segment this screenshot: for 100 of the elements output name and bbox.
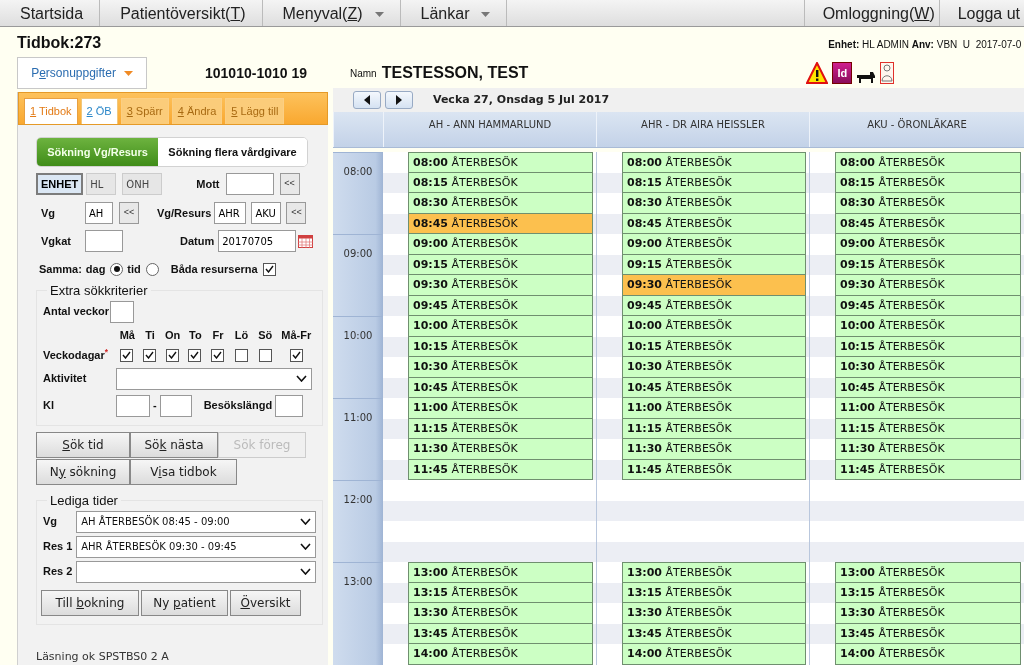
menu-item[interactable]: Logga ut (938, 0, 1024, 26)
input-field[interactable] (275, 394, 304, 417)
appointment-slot[interactable]: 13:00 ÅTERBESÖK (408, 562, 593, 583)
search-button[interactable]: Ny sökning (36, 458, 130, 485)
appointment-slot[interactable]: 09:30 ÅTERBESÖK (622, 275, 806, 296)
appointment-slot[interactable]: 11:45 ÅTERBESÖK (622, 459, 806, 480)
appointment-slot[interactable]: 10:00 ÅTERBESÖK (622, 316, 806, 337)
appointment-slot[interactable]: 09:00 ÅTERBESÖK (622, 234, 806, 255)
appointment-slot[interactable]: 11:30 ÅTERBESÖK (408, 439, 593, 460)
appointment-slot[interactable]: 09:15 ÅTERBESÖK (408, 254, 593, 275)
activity-select[interactable] (116, 367, 312, 390)
appointment-slot[interactable]: 08:30 ÅTERBESÖK (408, 193, 593, 214)
appointment-slot[interactable]: 08:15 ÅTERBESÖK (835, 172, 1021, 193)
checkbox[interactable] (258, 348, 272, 362)
appointment-slot[interactable]: 10:15 ÅTERBESÖK (408, 336, 593, 357)
appointment-slot[interactable]: 14:00 ÅTERBESÖK (622, 644, 806, 665)
previous-button[interactable] (353, 91, 381, 109)
appointment-slot[interactable]: 08:45 ÅTERBESÖK (408, 213, 593, 234)
radio-button[interactable] (145, 262, 159, 276)
appointment-slot[interactable]: 10:30 ÅTERBESÖK (408, 357, 593, 378)
appointment-slot[interactable]: 13:45 ÅTERBESÖK (835, 623, 1021, 644)
input-field[interactable] (110, 300, 135, 323)
appointment-slot[interactable]: 11:45 ÅTERBESÖK (835, 459, 1021, 480)
appointment-slot[interactable]: 11:00 ÅTERBESÖK (835, 398, 1021, 419)
appointment-slot[interactable]: 10:00 ÅTERBESÖK (835, 316, 1021, 337)
checkbox[interactable] (142, 348, 156, 362)
calendar-icon[interactable] (298, 234, 314, 248)
appointment-slot[interactable]: 14:00 ÅTERBESÖK (835, 644, 1021, 665)
appointment-slot[interactable]: 11:00 ÅTERBESÖK (408, 398, 593, 419)
checkbox[interactable] (165, 348, 179, 362)
appointment-slot[interactable]: 13:45 ÅTERBESÖK (622, 623, 806, 644)
menu-item[interactable]: Omloggning(W) (803, 0, 939, 26)
appointment-slot[interactable]: 09:45 ÅTERBESÖK (408, 295, 593, 316)
checkbox[interactable] (289, 348, 303, 362)
appointment-slot[interactable]: 13:15 ÅTERBESÖK (835, 582, 1021, 603)
radio-button[interactable] (110, 262, 124, 276)
checkbox[interactable] (211, 348, 225, 362)
checkbox[interactable] (262, 262, 276, 276)
checkbox[interactable] (234, 348, 248, 362)
appointment-slot[interactable]: 09:45 ÅTERBESÖK (835, 295, 1021, 316)
input-field[interactable]: AKU (251, 202, 282, 224)
appointment-slot[interactable]: 08:15 ÅTERBESÖK (408, 172, 593, 193)
input-field[interactable]: 20170705 (218, 230, 297, 252)
checkbox[interactable] (188, 348, 202, 362)
appointment-slot[interactable]: 10:45 ÅTERBESÖK (835, 377, 1021, 398)
personal-info-dropdown[interactable]: Personuppgifter (17, 57, 147, 89)
appointment-slot[interactable]: 13:45 ÅTERBESÖK (408, 623, 593, 644)
time-select[interactable] (76, 560, 316, 583)
appointment-slot[interactable]: 13:30 ÅTERBESÖK (408, 603, 593, 624)
unit-button[interactable]: ENHET (36, 173, 84, 195)
back-button[interactable]: << (286, 202, 307, 224)
appointment-slot[interactable]: 14:00 ÅTERBESÖK (408, 644, 593, 665)
appointment-slot[interactable]: 09:45 ÅTERBESÖK (622, 295, 806, 316)
back-button[interactable]: << (119, 202, 139, 224)
action-button[interactable]: Översikt (230, 589, 301, 616)
appointment-slot[interactable]: 13:15 ÅTERBESÖK (408, 582, 593, 603)
appointment-slot[interactable]: 11:30 ÅTERBESÖK (622, 439, 806, 460)
appointment-slot[interactable]: 13:30 ÅTERBESÖK (835, 603, 1021, 624)
appointment-slot[interactable]: 09:30 ÅTERBESÖK (835, 275, 1021, 296)
appointment-slot[interactable]: 10:45 ÅTERBESÖK (408, 377, 593, 398)
time-select[interactable]: AHR ÅTERBESÖK 09:30 - 09:45 (76, 535, 316, 558)
search-button[interactable]: Visa tidbok (130, 458, 237, 485)
tab[interactable]: 2 ÖB (80, 98, 118, 124)
appointment-slot[interactable]: 11:00 ÅTERBESÖK (622, 398, 806, 419)
time-select[interactable]: AH ÅTERBESÖK 08:45 - 09:00 (76, 510, 316, 533)
appointment-slot[interactable]: 10:15 ÅTERBESÖK (835, 336, 1021, 357)
input-field[interactable] (85, 230, 123, 252)
appointment-slot[interactable]: 11:15 ÅTERBESÖK (622, 418, 806, 439)
appointment-slot[interactable]: 08:00 ÅTERBESÖK (408, 152, 593, 173)
checkbox[interactable] (120, 348, 134, 362)
appointment-slot[interactable]: 08:30 ÅTERBESÖK (835, 193, 1021, 214)
appointment-slot[interactable]: 13:00 ÅTERBESÖK (622, 562, 806, 583)
appointment-slot[interactable]: 09:00 ÅTERBESÖK (408, 234, 593, 255)
appointment-slot[interactable]: 08:15 ÅTERBESÖK (622, 172, 806, 193)
menu-item[interactable]: Länkar (400, 0, 508, 26)
appointment-slot[interactable]: 10:30 ÅTERBESÖK (622, 357, 806, 378)
appointment-slot[interactable]: 13:30 ÅTERBESÖK (622, 603, 806, 624)
appointment-slot[interactable]: 11:45 ÅTERBESÖK (408, 459, 593, 480)
appointment-slot[interactable]: 10:15 ÅTERBESÖK (622, 336, 806, 357)
input-field[interactable] (225, 173, 274, 195)
input-field[interactable]: HL (86, 173, 117, 195)
appointment-slot[interactable]: 10:30 ÅTERBESÖK (835, 357, 1021, 378)
search-button[interactable]: Sök nästa (130, 431, 218, 458)
appointment-slot[interactable]: 09:00 ÅTERBESÖK (835, 234, 1021, 255)
input-field[interactable] (116, 394, 150, 417)
appointment-slot[interactable]: 11:15 ÅTERBESÖK (835, 418, 1021, 439)
appointment-slot[interactable]: 08:00 ÅTERBESÖK (622, 152, 806, 173)
menu-item[interactable]: Startsida (0, 0, 101, 26)
appointment-slot[interactable]: 08:45 ÅTERBESÖK (835, 213, 1021, 234)
menu-item[interactable]: Patientöversikt(T) (100, 0, 263, 26)
appointment-slot[interactable]: 11:30 ÅTERBESÖK (835, 439, 1021, 460)
appointment-slot[interactable]: 08:45 ÅTERBESÖK (622, 213, 806, 234)
input-field[interactable]: AH (85, 202, 113, 224)
input-field[interactable] (159, 394, 192, 417)
appointment-slot[interactable]: 11:15 ÅTERBESÖK (408, 418, 593, 439)
appointment-slot[interactable]: 13:15 ÅTERBESÖK (622, 582, 806, 603)
appointment-slot[interactable]: 09:15 ÅTERBESÖK (835, 254, 1021, 275)
appointment-slot[interactable]: 09:30 ÅTERBESÖK (408, 275, 593, 296)
appointment-slot[interactable]: 08:00 ÅTERBESÖK (835, 152, 1021, 173)
input-field[interactable]: AHR (214, 202, 247, 224)
